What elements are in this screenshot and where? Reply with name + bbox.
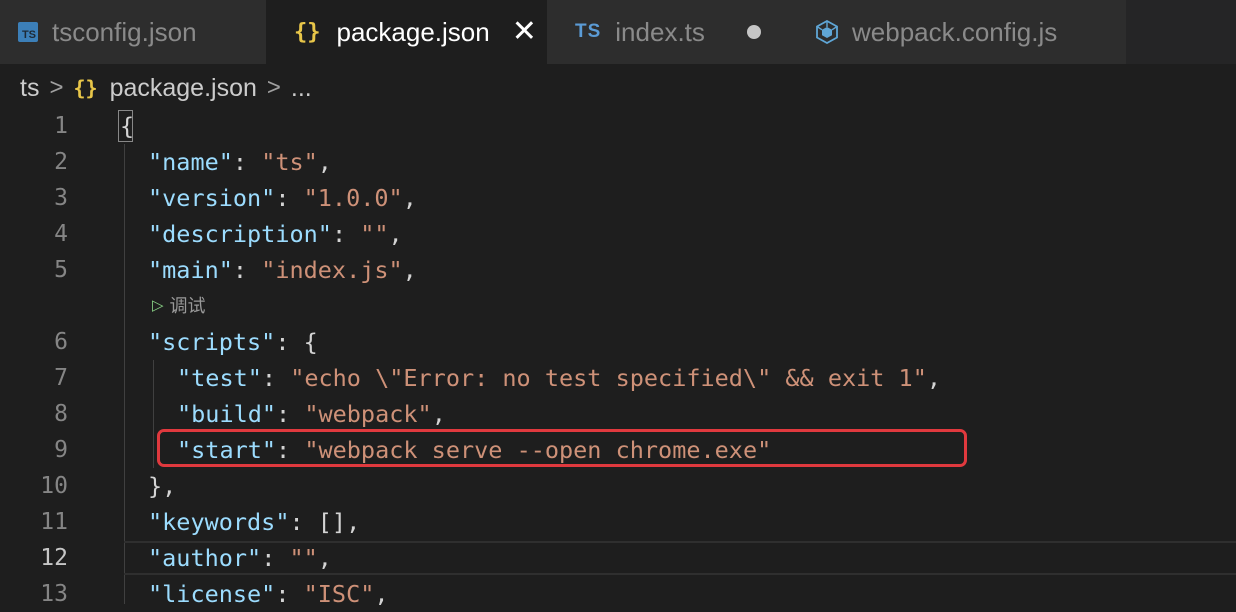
line-number: 11 xyxy=(40,509,68,535)
json-punctuation: : [], xyxy=(289,508,361,536)
json-key: "scripts" xyxy=(148,328,276,356)
json-string: "" xyxy=(360,220,389,248)
code-line[interactable]: 3 "version": "1.0.0", xyxy=(0,180,1236,216)
code-text: "test": "echo \"Error: no test specified… xyxy=(177,360,941,396)
code-text: "main": "index.js", xyxy=(148,252,417,288)
json-punctuation: : xyxy=(261,364,291,392)
code-line[interactable]: 10}, xyxy=(0,468,1236,504)
json-key: "author" xyxy=(148,544,262,572)
code-text: "keywords": [], xyxy=(148,504,360,540)
code-text: "scripts": { xyxy=(148,324,318,360)
json-braces-icon: {} xyxy=(73,76,98,100)
line-number: 7 xyxy=(54,365,68,391)
code-line[interactable]: 12 "author": "", xyxy=(0,540,1236,576)
code-text: "license": "ISC", xyxy=(148,576,389,612)
json-braces-icon: {} xyxy=(294,19,321,45)
json-punctuation: , xyxy=(402,256,417,284)
line-number: 2 xyxy=(54,149,68,175)
chevron-right-icon: > xyxy=(49,74,64,101)
line-number: 13 xyxy=(40,581,68,607)
json-punctuation: , xyxy=(317,148,332,176)
tab-tsconfig-json[interactable]: TS tsconfig.json xyxy=(0,0,266,64)
json-key: "name" xyxy=(148,148,233,176)
ts-text-icon: TS xyxy=(575,21,602,42)
codelens-label: 调试 xyxy=(169,296,206,316)
json-punctuation: , xyxy=(388,220,403,248)
json-key: "description" xyxy=(148,220,332,248)
line-number: 8 xyxy=(54,401,68,427)
json-key: "test" xyxy=(177,364,262,392)
json-string: "index.js" xyxy=(261,256,403,284)
code-line[interactable]: 8 "build": "webpack", xyxy=(0,396,1236,432)
json-punctuation: { xyxy=(120,112,135,140)
tab-index-ts[interactable]: TS index.ts xyxy=(547,0,788,64)
chevron-right-icon: > xyxy=(266,74,281,101)
line-number: 10 xyxy=(40,473,68,499)
code-line[interactable]: 1{ xyxy=(0,108,1236,144)
webpack-cube-icon xyxy=(816,20,838,44)
line-number: 4 xyxy=(54,221,68,247)
json-string: "ts" xyxy=(261,148,318,176)
code-line[interactable]: 4 "description": "", xyxy=(0,216,1236,252)
code-line[interactable]: 2 "name": "ts", xyxy=(0,144,1236,180)
line-number: 5 xyxy=(54,257,68,283)
json-key: "build" xyxy=(177,400,277,428)
code-text: { xyxy=(120,108,134,144)
code-text: "description": "", xyxy=(148,216,403,252)
code-line[interactable]: 11 "keywords": [], xyxy=(0,504,1236,540)
breadcrumb-file[interactable]: package.json xyxy=(110,74,257,103)
json-string: "" xyxy=(289,544,318,572)
breadcrumb-folder[interactable]: ts xyxy=(20,74,39,103)
json-punctuation: : xyxy=(261,544,290,572)
breadcrumb-symbol[interactable]: ... xyxy=(291,74,312,103)
editor-tab-bar: TS tsconfig.json {} package.json ✕ TS in… xyxy=(0,0,1236,64)
line-number: 6 xyxy=(54,329,68,355)
breadcrumb: ts > {} package.json > ... xyxy=(0,64,1236,112)
tab-label: webpack.config.js xyxy=(852,16,1058,47)
json-string: "1.0.0" xyxy=(303,184,403,212)
debug-codelens[interactable]: ▷ 调试 xyxy=(152,288,206,324)
code-text: "build": "webpack", xyxy=(177,396,446,432)
json-punctuation: : xyxy=(232,148,262,176)
code-line[interactable]: 5 "main": "index.js", xyxy=(0,252,1236,288)
json-punctuation: , xyxy=(431,400,446,428)
code-text: "version": "1.0.0", xyxy=(148,180,417,216)
tab-label: package.json xyxy=(336,16,490,47)
code-editor[interactable]: ▷ 调试 1{2 "name": "ts", 3 "version": "1.0.0"… xyxy=(0,108,1236,608)
json-punctuation: : xyxy=(331,220,361,248)
json-string: "webpack" xyxy=(304,400,432,428)
tab-webpack-config-js[interactable]: webpack.config.js xyxy=(788,0,1126,64)
json-punctuation: : xyxy=(232,256,262,284)
line-number: 3 xyxy=(54,185,68,211)
code-line[interactable]: 6 "scripts": { xyxy=(0,324,1236,360)
line-number: 12 xyxy=(40,545,68,571)
code-text: "name": "ts", xyxy=(148,144,332,180)
close-icon[interactable]: ✕ xyxy=(512,17,537,47)
json-key: "keywords" xyxy=(148,508,290,536)
line-number: 1 xyxy=(54,113,68,139)
play-icon: ▷ xyxy=(152,297,164,314)
json-key: "main" xyxy=(148,256,233,284)
code-line[interactable]: 13 "license": "ISC", xyxy=(0,576,1236,612)
code-text: }, xyxy=(148,468,176,504)
json-string: "echo \"Error: no test specified\" && ex… xyxy=(290,364,927,392)
tab-package-json[interactable]: {} package.json ✕ xyxy=(266,0,547,64)
json-punctuation: , xyxy=(926,364,942,392)
annotation-highlight-box xyxy=(157,429,967,467)
json-punctuation: : xyxy=(276,400,305,428)
json-punctuation: : { xyxy=(275,328,318,356)
json-punctuation: : xyxy=(275,184,304,212)
json-punctuation: }, xyxy=(148,472,177,500)
ts-file-icon: TS xyxy=(18,22,38,42)
tab-label: tsconfig.json xyxy=(52,16,197,47)
json-key: "version" xyxy=(148,184,276,212)
json-punctuation: , xyxy=(317,544,332,572)
json-punctuation: , xyxy=(402,184,417,212)
code-line[interactable]: 7 "test": "echo \"Error: no test specifie… xyxy=(0,360,1236,396)
line-number: 9 xyxy=(54,437,68,463)
code-text: "author": "", xyxy=(148,540,332,576)
unsaved-dot-icon[interactable] xyxy=(746,25,761,39)
tab-label: index.ts xyxy=(615,16,705,47)
